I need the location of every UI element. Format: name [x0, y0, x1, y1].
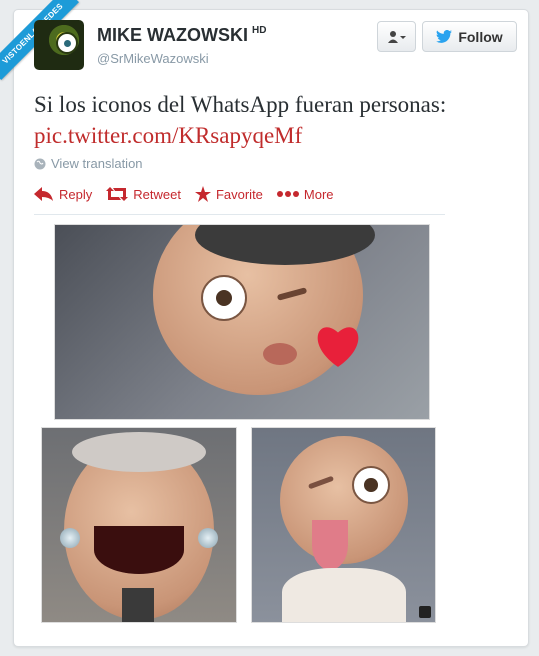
actions-divider	[34, 214, 445, 215]
photo-eye	[201, 275, 247, 321]
tweet-actions: Reply Retweet Favorite More	[34, 186, 348, 202]
photo-laughing-face[interactable]	[41, 427, 237, 623]
photo-tongue-face[interactable]	[251, 427, 436, 623]
retweet-icon	[106, 187, 129, 201]
photo-tie	[122, 588, 154, 622]
avatar-eye	[56, 32, 78, 54]
view-translation-label: View translation	[51, 156, 143, 171]
profile-name[interactable]: MIKE WAZOWSKI HD	[97, 25, 266, 46]
tear-left	[60, 528, 80, 548]
tweet-body: Si los iconos del WhatsApp fueran person…	[34, 92, 447, 117]
user-actions-button[interactable]	[377, 21, 416, 52]
reply-icon	[34, 187, 53, 201]
tear-right	[198, 528, 218, 548]
retweet-label: Retweet	[133, 186, 181, 202]
view-translation[interactable]: View translation	[34, 156, 143, 171]
reply-button[interactable]: Reply	[34, 186, 92, 202]
reply-label: Reply	[59, 186, 93, 202]
user-menu-icon	[387, 30, 406, 43]
heart-icon	[317, 327, 359, 367]
photo-kiss-face[interactable]	[54, 224, 430, 420]
photo-lips	[263, 343, 297, 365]
expand-icon[interactable]	[419, 606, 431, 618]
profile-handle[interactable]: @SrMikeWazowski	[97, 51, 209, 66]
more-dots-icon	[276, 191, 299, 197]
twitter-bird-icon	[436, 30, 453, 43]
hd-badge: HD	[252, 25, 267, 36]
globe-icon	[34, 158, 46, 169]
tweet-pic-link[interactable]: pic.twitter.com/KRsapyqeMf	[34, 123, 302, 148]
follow-label: Follow	[458, 28, 503, 45]
more-label: More	[303, 186, 334, 202]
photo-eye-3	[352, 466, 390, 504]
star-icon	[194, 186, 211, 202]
avatar[interactable]	[34, 20, 84, 70]
more-button[interactable]: More	[276, 186, 334, 202]
tweet-text: Si los iconos del WhatsApp fueran person…	[34, 89, 514, 151]
favorite-label: Favorite	[215, 186, 263, 202]
retweet-button[interactable]: Retweet	[106, 186, 181, 202]
profile-name-text: MIKE WAZOWSKI	[97, 25, 248, 45]
photo-hair	[72, 432, 206, 472]
follow-button[interactable]: Follow	[422, 21, 517, 52]
photo-mouth	[94, 526, 184, 574]
favorite-button[interactable]: Favorite	[194, 186, 263, 202]
photo-tongue	[312, 520, 348, 570]
photo-tank-top	[282, 568, 406, 622]
